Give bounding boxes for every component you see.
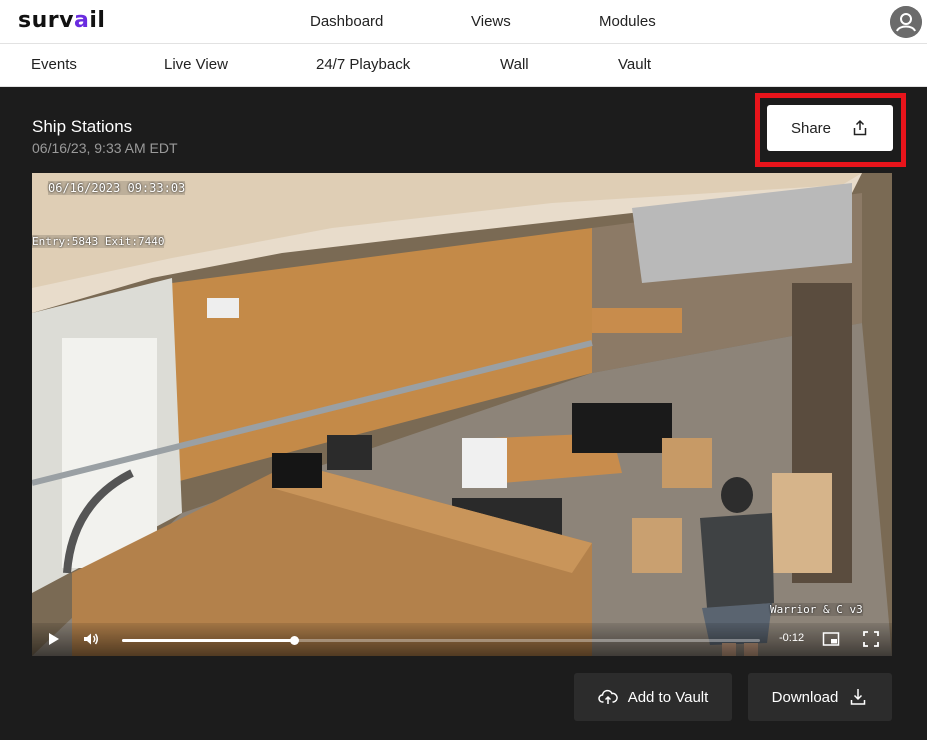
fullscreen-icon[interactable] <box>862 630 880 648</box>
video-progress-fill <box>122 639 295 642</box>
camera-timestamp: 06/16/23, 9:33 AM EDT <box>32 140 178 156</box>
share-upload-icon <box>853 119 867 136</box>
cloud-upload-icon <box>597 689 618 704</box>
nav-modules[interactable]: Modules <box>599 13 656 30</box>
sub-navigation-bar: Events Live View 24/7 Playback Wall Vaul… <box>0 44 927 87</box>
share-button[interactable]: Share <box>767 105 893 151</box>
play-icon[interactable] <box>44 630 62 648</box>
osd-datetime: 06/16/2023 09:33:03 <box>48 181 186 195</box>
video-scrubber-handle[interactable] <box>290 636 300 645</box>
download-icon <box>851 689 866 705</box>
share-label: Share <box>790 119 832 137</box>
camera-name: Ship Stations <box>32 117 133 136</box>
survail-logo[interactable]: survail <box>18 8 105 33</box>
tab-events[interactable]: Events <box>31 56 77 73</box>
nav-views[interactable]: Views <box>471 13 511 30</box>
camera-panel: Ship Stations 06/16/23, 9:33 AM EDT Shar… <box>0 87 927 740</box>
download-label: Download <box>771 688 839 706</box>
osd-counter: Entry:5843 Exit:7440 <box>32 235 165 248</box>
video-player[interactable]: 06/16/2023 09:33:03 Entry:5843 Exit:7440… <box>32 173 892 656</box>
tab-live-view[interactable]: Live View <box>164 56 228 73</box>
tab-wall[interactable]: Wall <box>500 56 529 73</box>
video-progress-track[interactable] <box>122 636 760 645</box>
volume-icon[interactable] <box>82 630 100 648</box>
user-avatar-icon[interactable] <box>890 6 922 38</box>
picture-in-picture-icon[interactable] <box>822 630 840 648</box>
top-navigation-bar: survail Dashboard Views Modules <box>0 0 927 44</box>
tab-vault[interactable]: Vault <box>618 56 651 73</box>
nav-dashboard[interactable]: Dashboard <box>310 13 383 30</box>
tab-playback[interactable]: 24/7 Playback <box>316 56 410 73</box>
video-controls: -0:12 <box>32 623 892 656</box>
add-to-vault-label: Add to Vault <box>627 688 709 706</box>
download-button[interactable]: Download <box>748 673 892 721</box>
osd-watermark: Warrior & C v3 <box>770 603 863 616</box>
add-to-vault-button[interactable]: Add to Vault <box>574 673 732 721</box>
remaining-time: -0:12 <box>779 632 805 644</box>
